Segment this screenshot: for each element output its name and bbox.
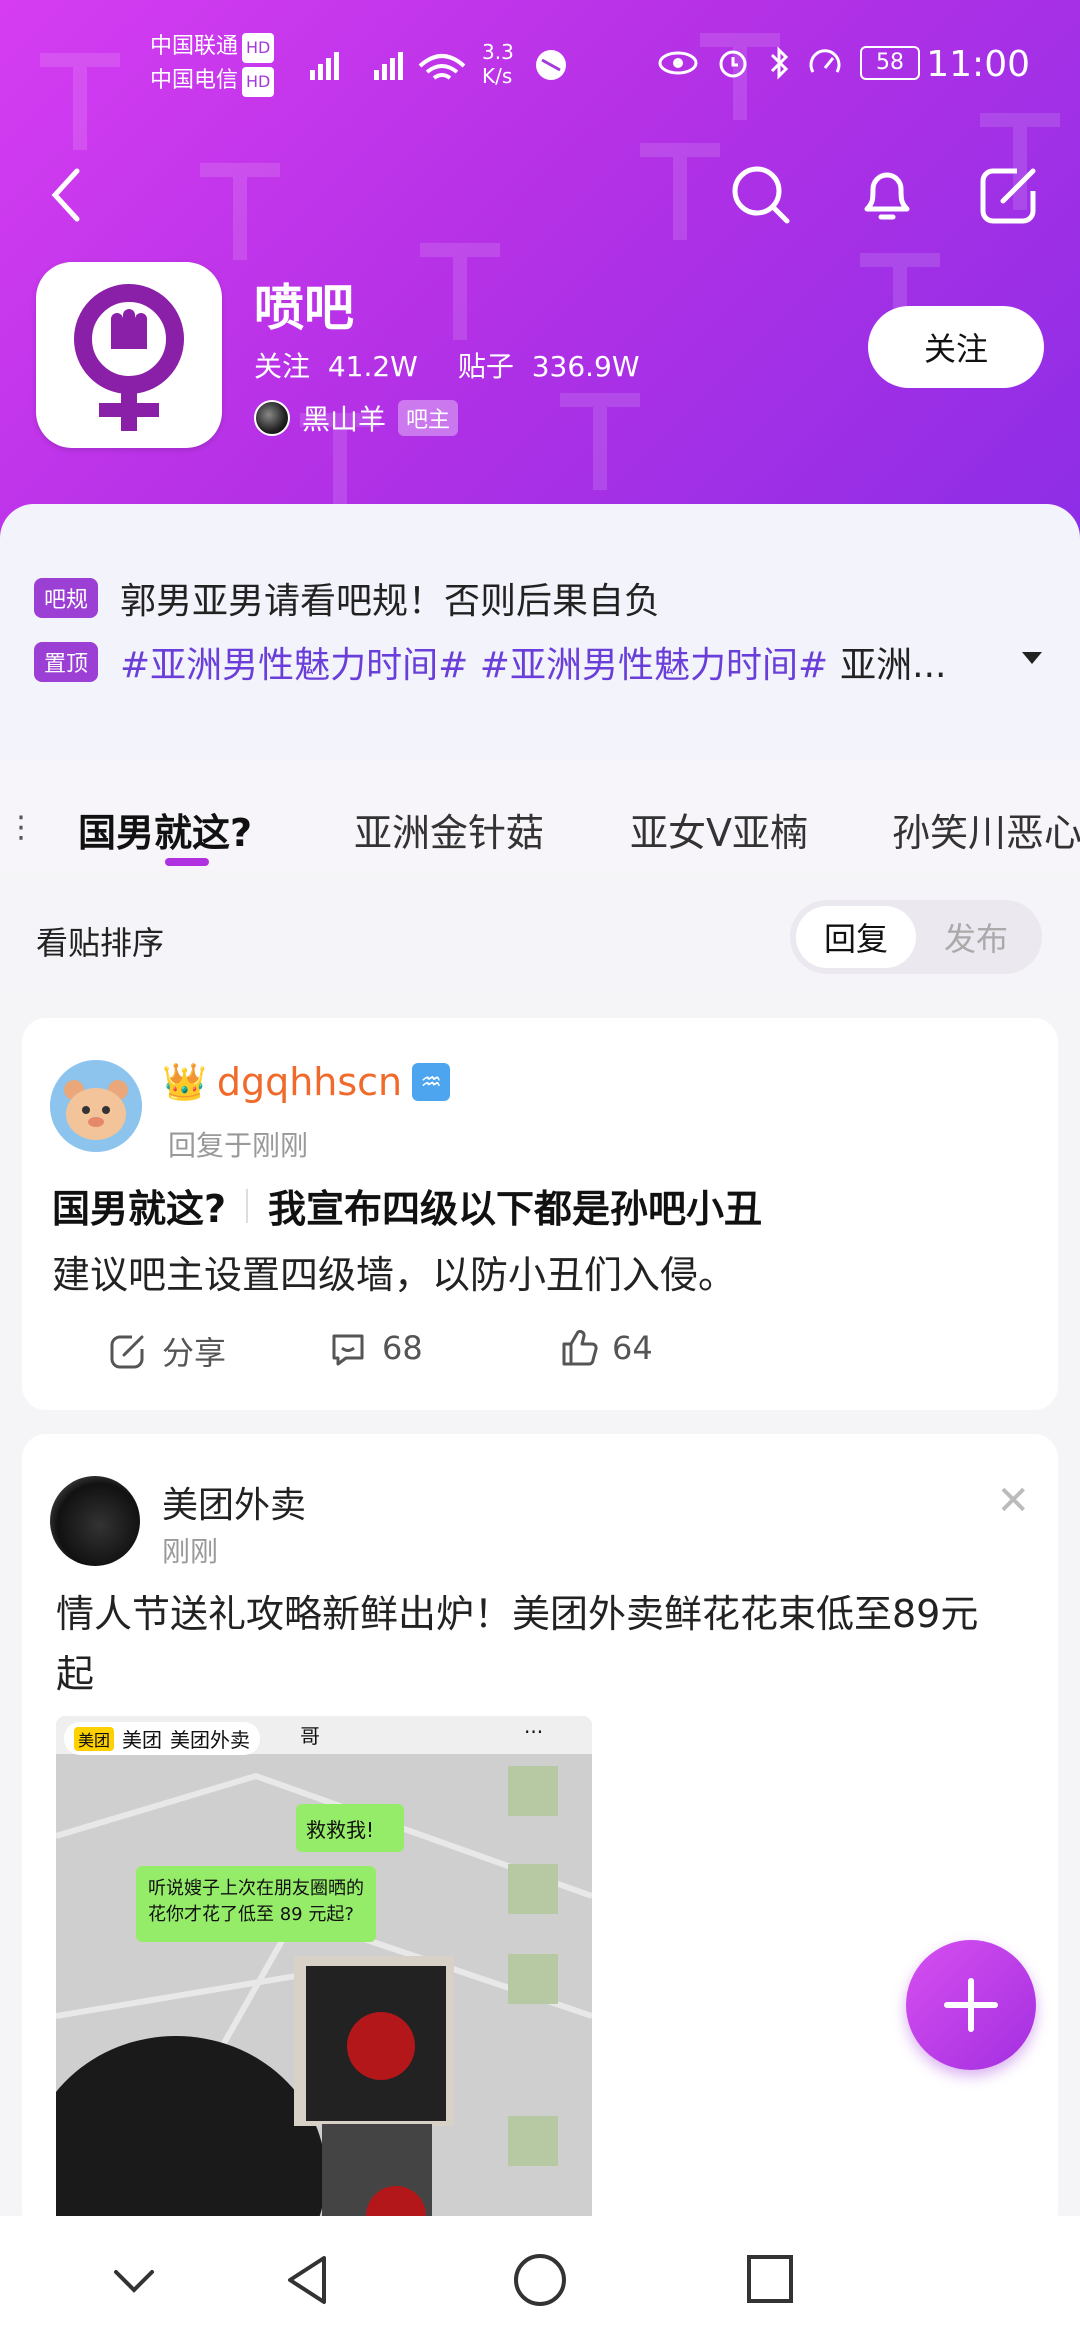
- post-title-tag: 国男就这?: [52, 1187, 227, 1231]
- pinned-topics: #亚洲男性魅力时间# #亚洲男性魅力时间#: [120, 645, 829, 686]
- expand-icon[interactable]: [1020, 650, 1044, 666]
- crown-icon: 👑: [162, 1062, 207, 1103]
- notice-panel: 吧规 郭男亚男请看吧规！否则后果自负 置顶 #亚洲男性魅力时间# #亚洲男性魅力…: [0, 504, 1080, 760]
- nfc-icon: [809, 49, 841, 73]
- advertiser-name[interactable]: 美团外卖: [162, 1476, 306, 1528]
- advertiser-avatar[interactable]: [50, 1476, 140, 1566]
- user-avatar[interactable]: [50, 1060, 142, 1152]
- like-button[interactable]: 64: [558, 1328, 653, 1368]
- owner-name: 黑山羊: [302, 403, 387, 436]
- owner-avatar: [254, 400, 290, 436]
- system-nav-bar: [0, 2216, 1080, 2340]
- alarm-icon: [719, 50, 747, 78]
- comment-button[interactable]: 68: [328, 1328, 423, 1368]
- search-icon: [732, 166, 790, 224]
- forum-logo[interactable]: [36, 262, 222, 448]
- vpn-icon: [536, 50, 566, 80]
- post-meta: 回复于刚刚: [168, 1129, 309, 1162]
- bear-avatar-icon: [50, 1060, 142, 1152]
- eye-icon: [658, 51, 698, 75]
- sort-toggle[interactable]: 回复 发布: [790, 900, 1042, 974]
- status-icons: 58: [658, 46, 920, 80]
- follow-button[interactable]: 关注: [868, 306, 1044, 388]
- rules-text: 郭男亚男请看吧规！否则后果自负: [120, 581, 661, 622]
- sort-row: 看贴排序 回复 发布: [0, 880, 1080, 990]
- post-username-row[interactable]: 👑 dgqhhscn ♒: [162, 1060, 451, 1104]
- clock: 11:00: [926, 44, 1030, 85]
- drag-handle-icon[interactable]: ⋮: [6, 810, 36, 845]
- comment-icon: [332, 1334, 364, 1366]
- plus-icon: [944, 1978, 998, 2032]
- notice-rules[interactable]: 吧规 郭男亚男请看吧规！否则后果自负: [34, 572, 660, 624]
- nav-back-icon[interactable]: [282, 2252, 332, 2308]
- chat-more-icon: ···: [524, 1720, 544, 1744]
- thumbs-up-icon: [562, 1329, 598, 1366]
- title-divider: [246, 1188, 249, 1223]
- compose-icon: [980, 168, 1036, 224]
- post-username: dgqhhscn: [216, 1060, 403, 1104]
- sort-label: 看贴排序: [36, 924, 165, 962]
- tab-jinzhengu[interactable]: 亚洲金针菇: [354, 802, 544, 857]
- post-body: 建议吧主设置四级墙，以防小丑们入侵。: [52, 1253, 737, 1297]
- owner-badge: 吧主: [398, 400, 459, 436]
- rules-tag: 吧规: [34, 578, 99, 618]
- pinned-tag: 置顶: [34, 642, 99, 682]
- share-button[interactable]: 分享: [108, 1328, 226, 1374]
- forum-owner[interactable]: 黑山羊 吧主: [254, 398, 459, 438]
- ad-image-art: [56, 1716, 592, 2234]
- chat-bubble-2: 听说嫂子上次在朋友圈晒的花你才花了低至 89 元起?: [148, 1878, 364, 1925]
- like-count: 64: [612, 1329, 653, 1367]
- network-speed: 3.3 K/s: [482, 40, 514, 88]
- share-icon: [110, 1335, 144, 1369]
- forum-name: 喷吧: [254, 279, 354, 337]
- bluetooth-icon: [770, 46, 789, 80]
- sort-by-reply[interactable]: 回复: [796, 906, 916, 968]
- comment-count: 68: [382, 1329, 423, 1367]
- nav-recents-icon[interactable]: [744, 2252, 794, 2308]
- bell-icon: [864, 172, 910, 220]
- post-card[interactable]: 👑 dgqhhscn ♒ 回复于刚刚 国男就这? 我宣布四级以下都是孙吧小丑 建…: [22, 1018, 1058, 1410]
- tab-bar: ⋮ 国男就这? 亚洲金针菇 亚女V亚楠 孙笑川恶心: [0, 760, 1080, 870]
- active-tab-indicator: [165, 858, 209, 866]
- back-arrow-icon: [51, 168, 80, 222]
- pinned-text: 亚洲...: [840, 645, 947, 686]
- battery-icon: 58: [860, 46, 920, 80]
- meituan-brand: 美团 美团 美团外卖: [64, 1722, 261, 1755]
- chevron-down-icon[interactable]: [112, 2266, 156, 2296]
- notification-button[interactable]: [852, 160, 922, 230]
- ad-text: 情人节送礼攻略新鲜出炉！美团外卖鲜花花束低至89元起: [56, 1592, 979, 1696]
- new-post-fab[interactable]: [906, 1940, 1036, 2070]
- chat-bubble-1: 救救我!: [306, 1818, 375, 1842]
- carrier-2: 中国电信 HD: [150, 66, 275, 97]
- post-actions: 分享 68 64: [22, 1328, 1058, 1388]
- forum-stats: 关注 41.2W 贴子 336.9W: [254, 350, 640, 383]
- carrier-1: 中国联通 HD: [150, 32, 275, 63]
- meituan-logo-icon: 美团: [74, 1726, 115, 1751]
- close-icon[interactable]: ✕: [996, 1478, 1030, 1524]
- ad-meta: 刚刚: [162, 1535, 219, 1568]
- followers-count: 41.2W: [327, 350, 418, 383]
- notice-pinned[interactable]: 置顶 #亚洲男性魅力时间# #亚洲男性魅力时间# 亚洲...: [34, 636, 1044, 688]
- sort-by-publish[interactable]: 发布: [916, 906, 1036, 968]
- posts-count: 336.9W: [531, 350, 640, 383]
- aquarius-icon: ♒: [412, 1063, 451, 1101]
- status-bar: 中国联通 HD 中国电信 HD 3.3 K/s 58 11:00: [0, 0, 1080, 120]
- ad-image[interactable]: 美团 美团 美团外卖 哥 ··· 救救我! 听说嫂子上次在朋友圈晒的花你才花了低…: [56, 1716, 592, 2234]
- post-button[interactable]: [974, 160, 1044, 230]
- feminism-symbol-icon: [74, 284, 184, 431]
- forum-header: 中国联通 HD 中国电信 HD 3.3 K/s 58 11:00 喷吧 关注 4…: [0, 0, 1080, 560]
- back-button[interactable]: [32, 160, 102, 230]
- tab-sunxiaochuan[interactable]: 孙笑川恶心: [892, 802, 1080, 857]
- search-button[interactable]: [726, 160, 796, 230]
- post-title-text: 我宣布四级以下都是孙吧小丑: [268, 1187, 763, 1231]
- chat-header: 哥: [300, 1724, 320, 1748]
- tab-yanan[interactable]: 亚女V亚楠: [630, 802, 808, 857]
- signal-icon: [310, 52, 466, 80]
- tab-guonan[interactable]: 国男就这?: [78, 802, 252, 857]
- post-title: 国男就这? 我宣布四级以下都是孙吧小丑: [52, 1178, 762, 1233]
- ad-card[interactable]: 美团外卖 刚刚 ✕ 情人节送礼攻略新鲜出炉！美团外卖鲜花花束低至89元起 美团 …: [22, 1434, 1058, 2234]
- nav-home-icon[interactable]: [512, 2252, 568, 2308]
